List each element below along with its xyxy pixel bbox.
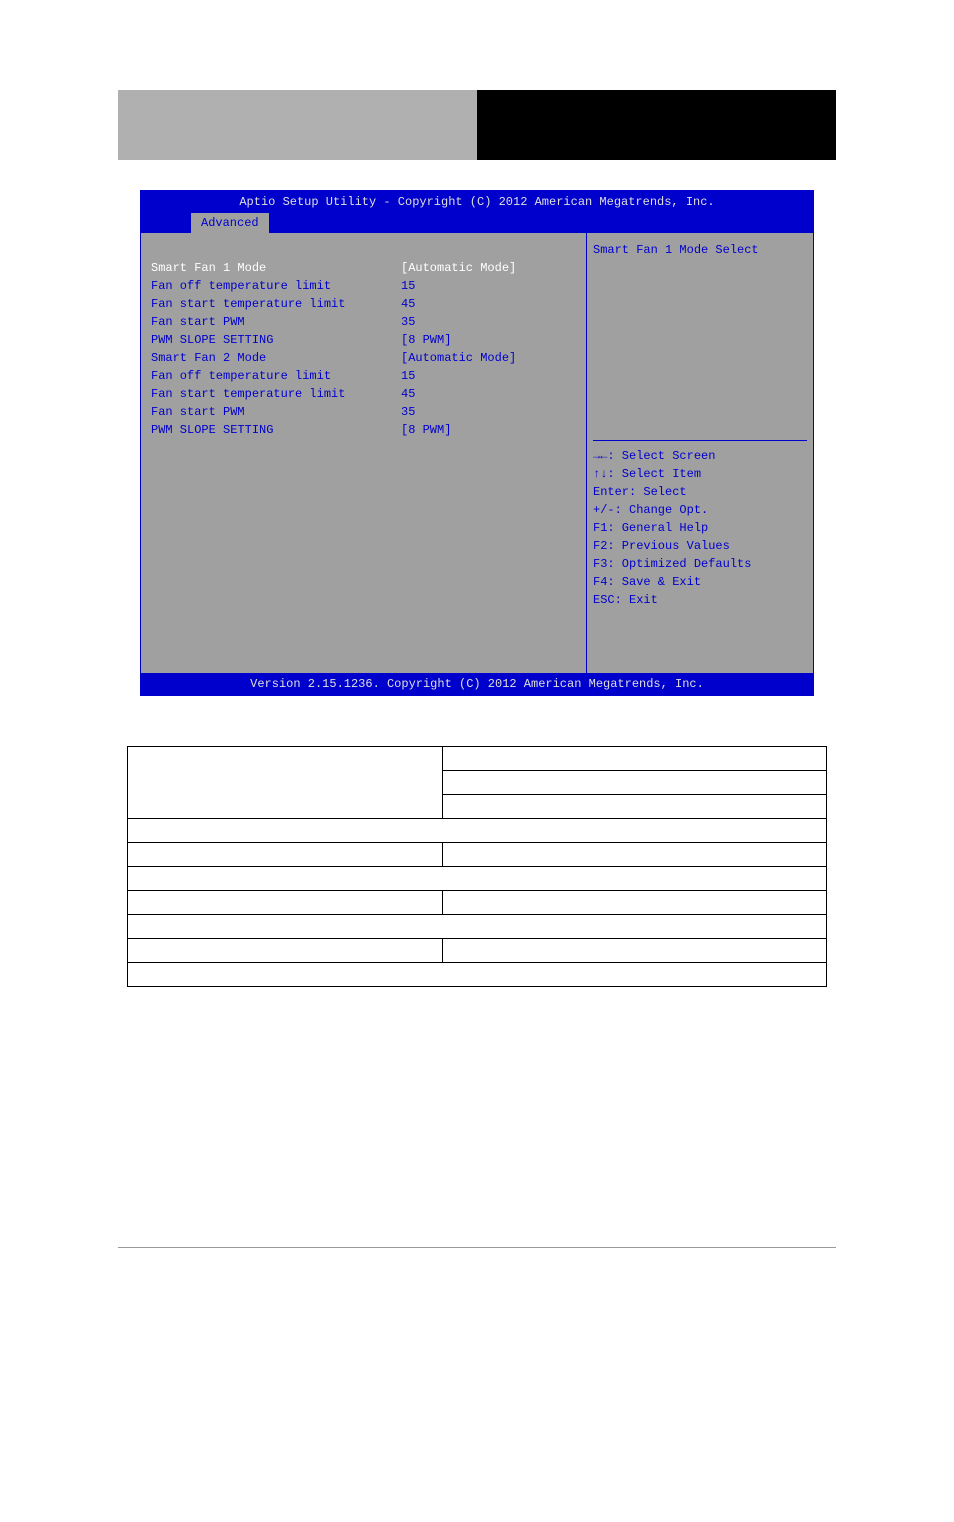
setting-value: 15 [401,367,415,385]
table-row [128,819,827,843]
top-banner [118,90,836,160]
table-cell [128,915,827,939]
table-cell [128,963,827,987]
setting-label: Fan off temperature limit [151,277,401,295]
tab-advanced[interactable]: Advanced [191,213,269,233]
bios-header: Aptio Setup Utility - Copyright (C) 2012… [141,191,813,213]
help-key-line: ↑↓: Select Item [593,465,807,483]
bios-row[interactable]: PWM SLOPE SETTING [8 PWM] [151,331,576,349]
bios-row[interactable]: Fan start PWM 35 [151,403,576,421]
setting-value: [8 PWM] [401,331,451,349]
setting-label: Smart Fan 2 Mode [151,349,401,367]
table-cell [442,795,826,819]
bios-row[interactable]: Fan off temperature limit 15 [151,367,576,385]
setting-label: Fan start PWM [151,403,401,421]
setting-label: Fan start PWM [151,313,401,331]
setting-value: 45 [401,295,415,313]
help-key-line: F3: Optimized Defaults [593,555,807,573]
setting-label: Fan start temperature limit [151,385,401,403]
setting-value: [8 PWM] [401,421,451,439]
setting-label: Fan start temperature limit [151,295,401,313]
table-row [128,867,827,891]
setting-value: 15 [401,277,415,295]
setting-value: 45 [401,385,415,403]
setting-value: [Automatic Mode] [401,349,516,367]
table-row [128,963,827,987]
table-row [128,939,827,963]
help-key-line: F4: Save & Exit [593,573,807,591]
bios-footer: Version 2.15.1236. Copyright (C) 2012 Am… [141,673,813,695]
table-row [128,891,827,915]
bios-row[interactable]: Fan start temperature limit 45 [151,385,576,403]
table-cell [442,747,826,771]
setting-label: PWM SLOPE SETTING [151,331,401,349]
bios-tabs: Advanced [141,213,813,233]
banner-left [118,90,477,160]
table-cell [128,819,827,843]
help-key-line: →←: Select Screen [593,447,807,465]
table-cell [442,939,826,963]
bios-row[interactable]: Smart Fan 2 Mode [Automatic Mode] [151,349,576,367]
table-cell [128,867,827,891]
table-cell [128,843,443,867]
setting-value: 35 [401,313,415,331]
table-cell [442,891,826,915]
bios-main-panel: Smart Fan 1 Mode [Automatic Mode] Fan of… [141,233,586,673]
page-footer-divider [118,1247,836,1248]
table-row [128,747,827,771]
table-cell [128,891,443,915]
bios-body: Smart Fan 1 Mode [Automatic Mode] Fan of… [141,233,813,673]
table-cell [442,771,826,795]
banner-right [477,90,836,160]
bios-row[interactable]: PWM SLOPE SETTING [8 PWM] [151,421,576,439]
bios-row[interactable]: Smart Fan 1 Mode [Automatic Mode] [151,259,576,277]
help-key-line: +/-: Change Opt. [593,501,807,519]
bios-row[interactable]: Fan start PWM 35 [151,313,576,331]
help-key-line: F2: Previous Values [593,537,807,555]
setting-label: Fan off temperature limit [151,367,401,385]
bios-row[interactable]: Fan off temperature limit 15 [151,277,576,295]
options-table [127,746,827,987]
bios-help-panel: Smart Fan 1 Mode Select →←: Select Scree… [586,233,813,673]
bios-row[interactable]: Fan start temperature limit 45 [151,295,576,313]
table-cell [128,939,443,963]
table-row [128,843,827,867]
help-description: Smart Fan 1 Mode Select [593,241,807,441]
setting-value: 35 [401,403,415,421]
setting-label: PWM SLOPE SETTING [151,421,401,439]
help-key-line: ESC: Exit [593,591,807,609]
setting-value: [Automatic Mode] [401,259,516,277]
table-cell [128,747,443,819]
help-keys: →←: Select Screen ↑↓: Select Item Enter:… [593,441,807,609]
table-row [128,915,827,939]
table-cell [442,843,826,867]
bios-window: Aptio Setup Utility - Copyright (C) 2012… [140,190,814,696]
help-key-line: Enter: Select [593,483,807,501]
setting-label: Smart Fan 1 Mode [151,259,401,277]
help-key-line: F1: General Help [593,519,807,537]
